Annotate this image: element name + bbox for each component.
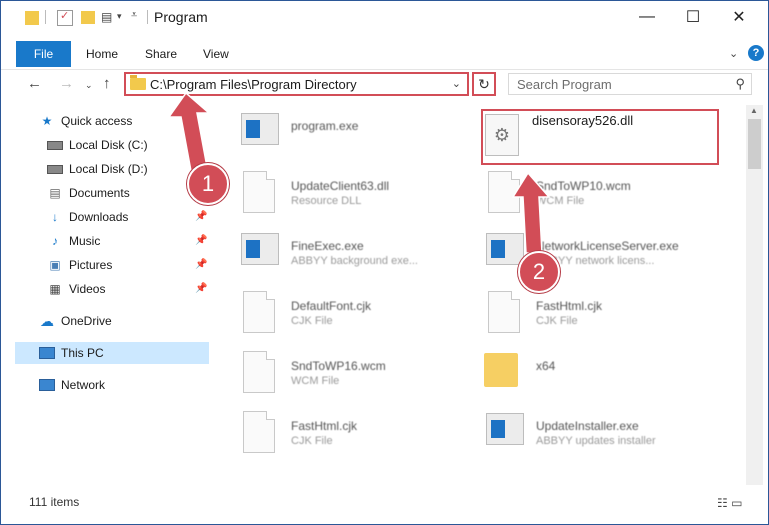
annotation-step-1: 1 [187,163,229,205]
arrow-2 [511,171,551,254]
annotation-arrows [167,91,551,254]
arrow-1 [167,91,212,172]
annotation-step-2: 2 [518,251,560,293]
explorer-window: ✓ ▤ ▾ ⩡ Program — ☐ ✕ File Home Share Vi… [0,0,769,525]
